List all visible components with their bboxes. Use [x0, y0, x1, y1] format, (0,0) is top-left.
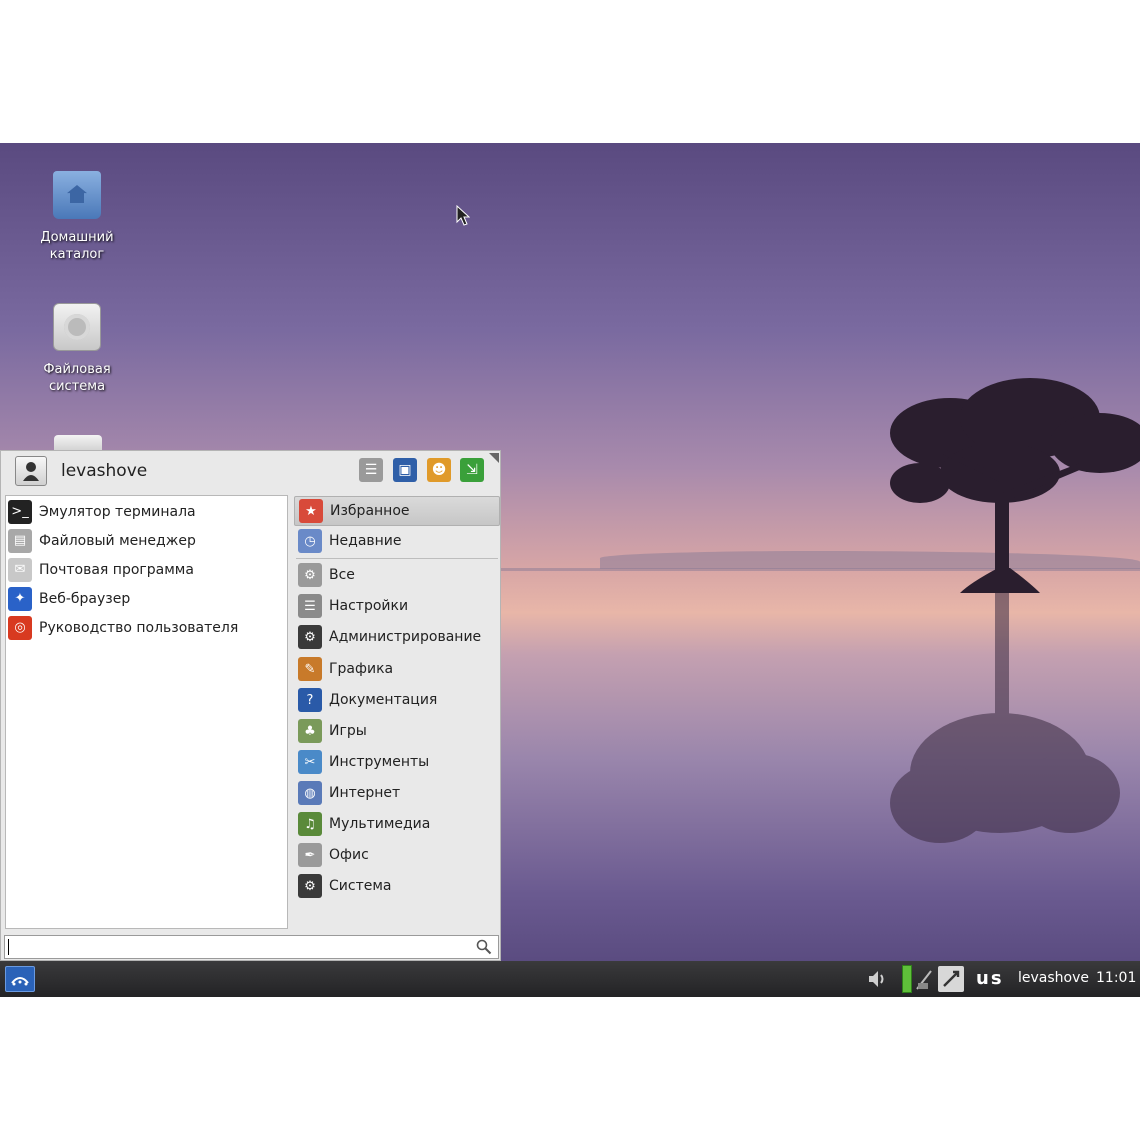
category-item[interactable]: ⚙ Система [294, 871, 500, 901]
category-divider [296, 558, 498, 559]
categories-list: ★ Избранное ◷ Недавние ⚙ Все ☰ Настройки ⚙ Админи… [294, 495, 500, 929]
desktop-icon-label: Файловая система [43, 362, 111, 394]
category-item[interactable]: ? Документация [294, 685, 500, 715]
volume-icon[interactable] [862, 965, 892, 993]
favorite-item[interactable]: ✦ Веб-браузер [6, 584, 287, 613]
category-item[interactable]: ✂ Инструменты [294, 747, 500, 777]
category-item-label: Игры [329, 723, 367, 739]
desktop[interactable]: Домашний каталог Файловая система levash… [0, 143, 1140, 997]
category-item[interactable]: ✎ Графика [294, 654, 500, 684]
no-connection-icon[interactable] [936, 965, 966, 993]
terminal-icon: >_ [8, 499, 32, 524]
category-item[interactable]: ◷ Недавние [294, 526, 500, 556]
tools-icon: ✂ [298, 750, 322, 774]
search-icon[interactable] [476, 939, 492, 955]
category-item-label: Инструменты [329, 754, 430, 770]
favorite-item-label: Файловый менеджер [39, 532, 196, 549]
application-menu: levashove ☰ ▣ ☻ ⇲ >_ Эмулятор терминала ▤ Ф… [0, 450, 501, 961]
settings-icon[interactable]: ☰ [359, 458, 383, 482]
search-field[interactable] [4, 935, 499, 959]
category-item[interactable]: ☰ Настройки [294, 591, 500, 621]
tree-wallpaper-image [890, 378, 1140, 843]
category-item[interactable]: ♫ Мультимедиа [294, 809, 500, 839]
category-item[interactable]: ◍ Интернет [294, 778, 500, 808]
mouse-cursor-icon [456, 205, 470, 226]
games-icon: ♣ [298, 719, 322, 743]
desktop-icon-home[interactable]: Домашний каталог [22, 171, 132, 263]
logout-icon[interactable]: ⇲ [460, 458, 484, 482]
category-item-label: Все [329, 567, 355, 583]
documentation-icon: ? [298, 688, 322, 712]
mail-icon: ✉ [8, 557, 32, 582]
favorite-item[interactable]: >_ Эмулятор терминала [6, 497, 287, 526]
category-item[interactable]: ✒ Офис [294, 840, 500, 870]
internet-icon: ◍ [298, 781, 322, 805]
menu-user-name: levashove [61, 461, 148, 481]
menu-resize-corner[interactable] [489, 453, 499, 463]
category-item[interactable]: ♣ Игры [294, 716, 500, 746]
web-browser-icon: ✦ [8, 586, 32, 611]
favorites-icon: ★ [299, 499, 323, 523]
graphics-icon: ✎ [298, 657, 322, 681]
filesystem-drive-icon [53, 303, 101, 351]
help-lifebuoy-icon: ◎ [8, 615, 32, 640]
favorites-list: >_ Эмулятор терминала ▤ Файловый менеджер ✉ П… [5, 495, 288, 929]
category-item-label: Настройки [329, 598, 409, 614]
network-icon[interactable] [914, 965, 934, 993]
category-item-label: Мультимедиа [329, 816, 431, 832]
favorite-item[interactable]: ▤ Файловый менеджер [6, 526, 287, 555]
panel-user-name[interactable]: levashove [1018, 970, 1089, 986]
text-caret [8, 939, 9, 955]
favorite-item[interactable]: ✉ Почтовая программа [6, 555, 287, 584]
category-item-label: Документация [329, 692, 438, 708]
favorite-item[interactable]: ◎ Руководство пользователя [6, 613, 287, 642]
administration-icon: ⚙ [298, 625, 322, 649]
category-item-label: Система [329, 878, 392, 894]
office-icon: ✒ [298, 843, 322, 867]
favorite-item-label: Руководство пользователя [39, 619, 239, 636]
category-item-label: Офис [329, 847, 369, 863]
switch-user-icon[interactable]: ☻ [427, 458, 451, 482]
bottom-panel: us levashove 11:01 [0, 961, 1140, 997]
multimedia-icon: ♫ [298, 812, 322, 836]
clock[interactable]: 11:01 [1096, 970, 1136, 986]
favorite-item-label: Почтовая программа [39, 561, 194, 578]
category-item[interactable]: ⚙ Администрирование [294, 622, 500, 652]
category-item-label: Недавние [329, 533, 402, 549]
category-item-label: Интернет [329, 785, 401, 801]
category-item-label: Избранное [330, 503, 410, 519]
keyboard-layout-indicator[interactable]: us [976, 968, 1004, 989]
category-item[interactable]: ⚙ Все [294, 560, 500, 590]
user-avatar-icon[interactable] [15, 456, 47, 486]
search-input[interactable] [13, 938, 473, 956]
start-menu-icon [11, 977, 29, 986]
category-item-label: Графика [329, 661, 394, 677]
menu-header: levashove ☰ ▣ ☻ ⇲ [1, 451, 501, 491]
desktop-icon-label: Домашний каталог [40, 230, 114, 262]
favorite-item-label: Веб-браузер [39, 590, 131, 607]
category-item-label: Администрирование [329, 629, 482, 645]
desktop-icon-filesystem[interactable]: Файловая система [22, 303, 132, 395]
favorite-item-label: Эмулятор терминала [39, 503, 196, 520]
settings-category-icon: ☰ [298, 594, 322, 618]
recent-icon: ◷ [298, 529, 322, 553]
home-folder-icon [53, 171, 101, 219]
start-menu-button[interactable] [5, 966, 35, 992]
system-icon: ⚙ [298, 874, 322, 898]
file-manager-icon: ▤ [8, 528, 32, 553]
category-item[interactable]: ★ Избранное [294, 496, 500, 526]
lock-screen-icon[interactable]: ▣ [393, 458, 417, 482]
all-apps-icon: ⚙ [298, 563, 322, 587]
